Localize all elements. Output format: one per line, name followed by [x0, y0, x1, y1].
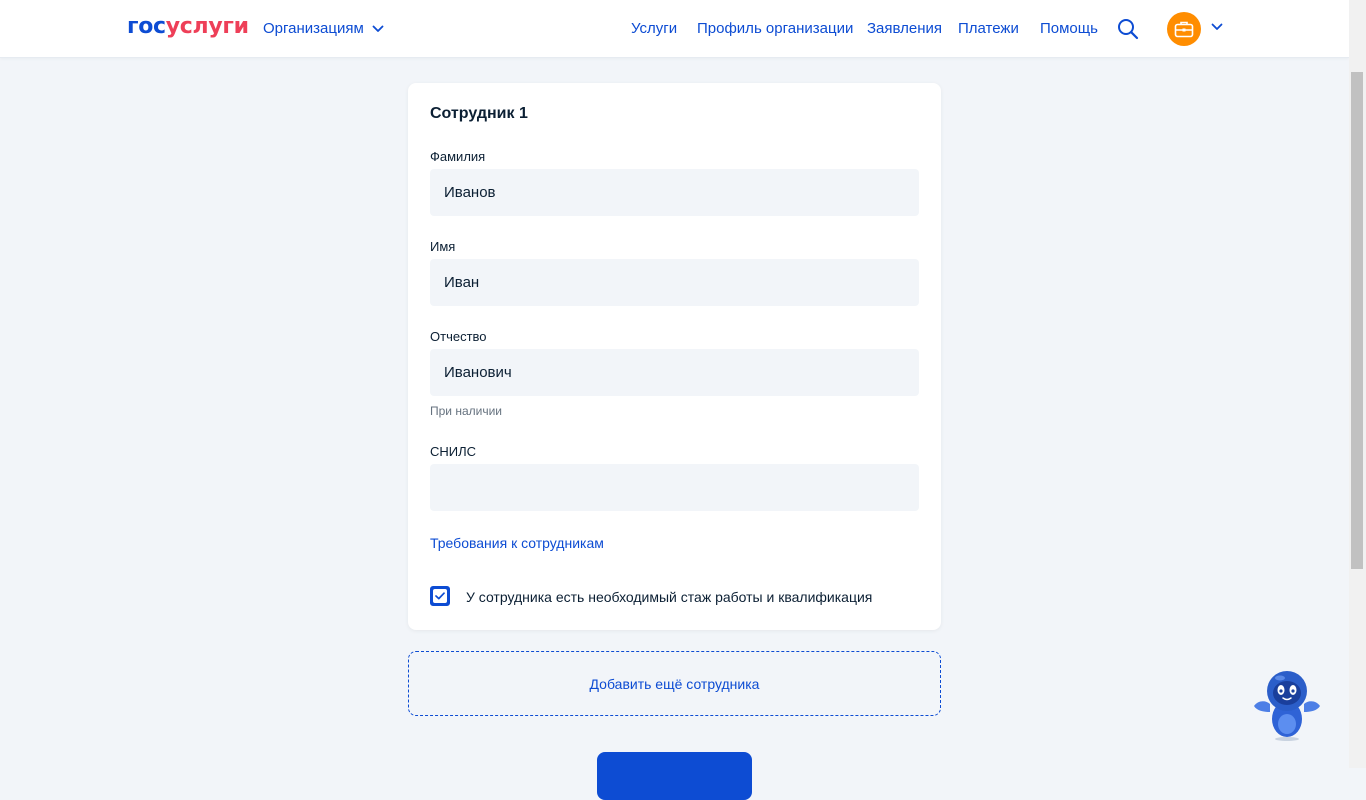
- qualification-checkbox-label[interactable]: У сотрудника есть необходимый стаж работ…: [466, 589, 872, 605]
- nav-payments[interactable]: Платежи: [958, 20, 1019, 37]
- briefcase-icon: [1174, 21, 1194, 38]
- add-employee-button[interactable]: Добавить ещё сотрудника: [408, 651, 941, 716]
- employee-card-title: Сотрудник 1: [430, 105, 528, 122]
- patronymic-hint: При наличии: [430, 404, 502, 418]
- qualification-checkbox[interactable]: [430, 586, 450, 606]
- logo-part-gos: гос: [127, 14, 166, 39]
- first-name-label: Имя: [430, 239, 456, 254]
- snils-input[interactable]: [430, 464, 919, 511]
- robot-assistant-icon[interactable]: [1248, 666, 1326, 744]
- chevron-down-icon[interactable]: [1211, 23, 1223, 31]
- nav-org-profile[interactable]: Профиль организации: [697, 20, 853, 37]
- page-scrollbar[interactable]: [1349, 0, 1366, 768]
- requirements-link[interactable]: Требования к сотрудникам: [430, 535, 604, 551]
- add-employee-label: Добавить ещё сотрудника: [589, 675, 760, 692]
- snils-label: СНИЛС: [430, 444, 477, 459]
- nav-help[interactable]: Помощь: [1040, 20, 1098, 37]
- continue-button[interactable]: [597, 752, 752, 800]
- checkmark-icon: [435, 592, 445, 600]
- patronymic-label: Отчество: [430, 329, 487, 344]
- search-icon[interactable]: [1117, 18, 1139, 40]
- organizations-menu[interactable]: Организациям: [263, 20, 384, 37]
- patronymic-input[interactable]: [430, 349, 919, 396]
- organizations-menu-label: Организациям: [263, 20, 364, 37]
- top-header: госуслуги Организациям Услуги Профиль ор…: [0, 0, 1349, 58]
- profile-avatar[interactable]: [1167, 12, 1201, 46]
- checkbox-box: [433, 589, 447, 603]
- first-name-input[interactable]: [430, 259, 919, 306]
- chevron-down-icon: [372, 25, 384, 32]
- nav-applications[interactable]: Заявления: [867, 20, 942, 37]
- last-name-label: Фамилия: [430, 149, 486, 164]
- last-name-input[interactable]: [430, 169, 919, 216]
- scrollbar-thumb[interactable]: [1351, 72, 1363, 569]
- nav-services[interactable]: Услуги: [631, 20, 677, 37]
- logo-part-uslugi: услуги: [165, 14, 249, 39]
- employee-card: Сотрудник 1 Фамилия Имя Отчество При нал…: [408, 83, 941, 630]
- gosuslugi-logo[interactable]: госуслуги: [127, 14, 249, 39]
